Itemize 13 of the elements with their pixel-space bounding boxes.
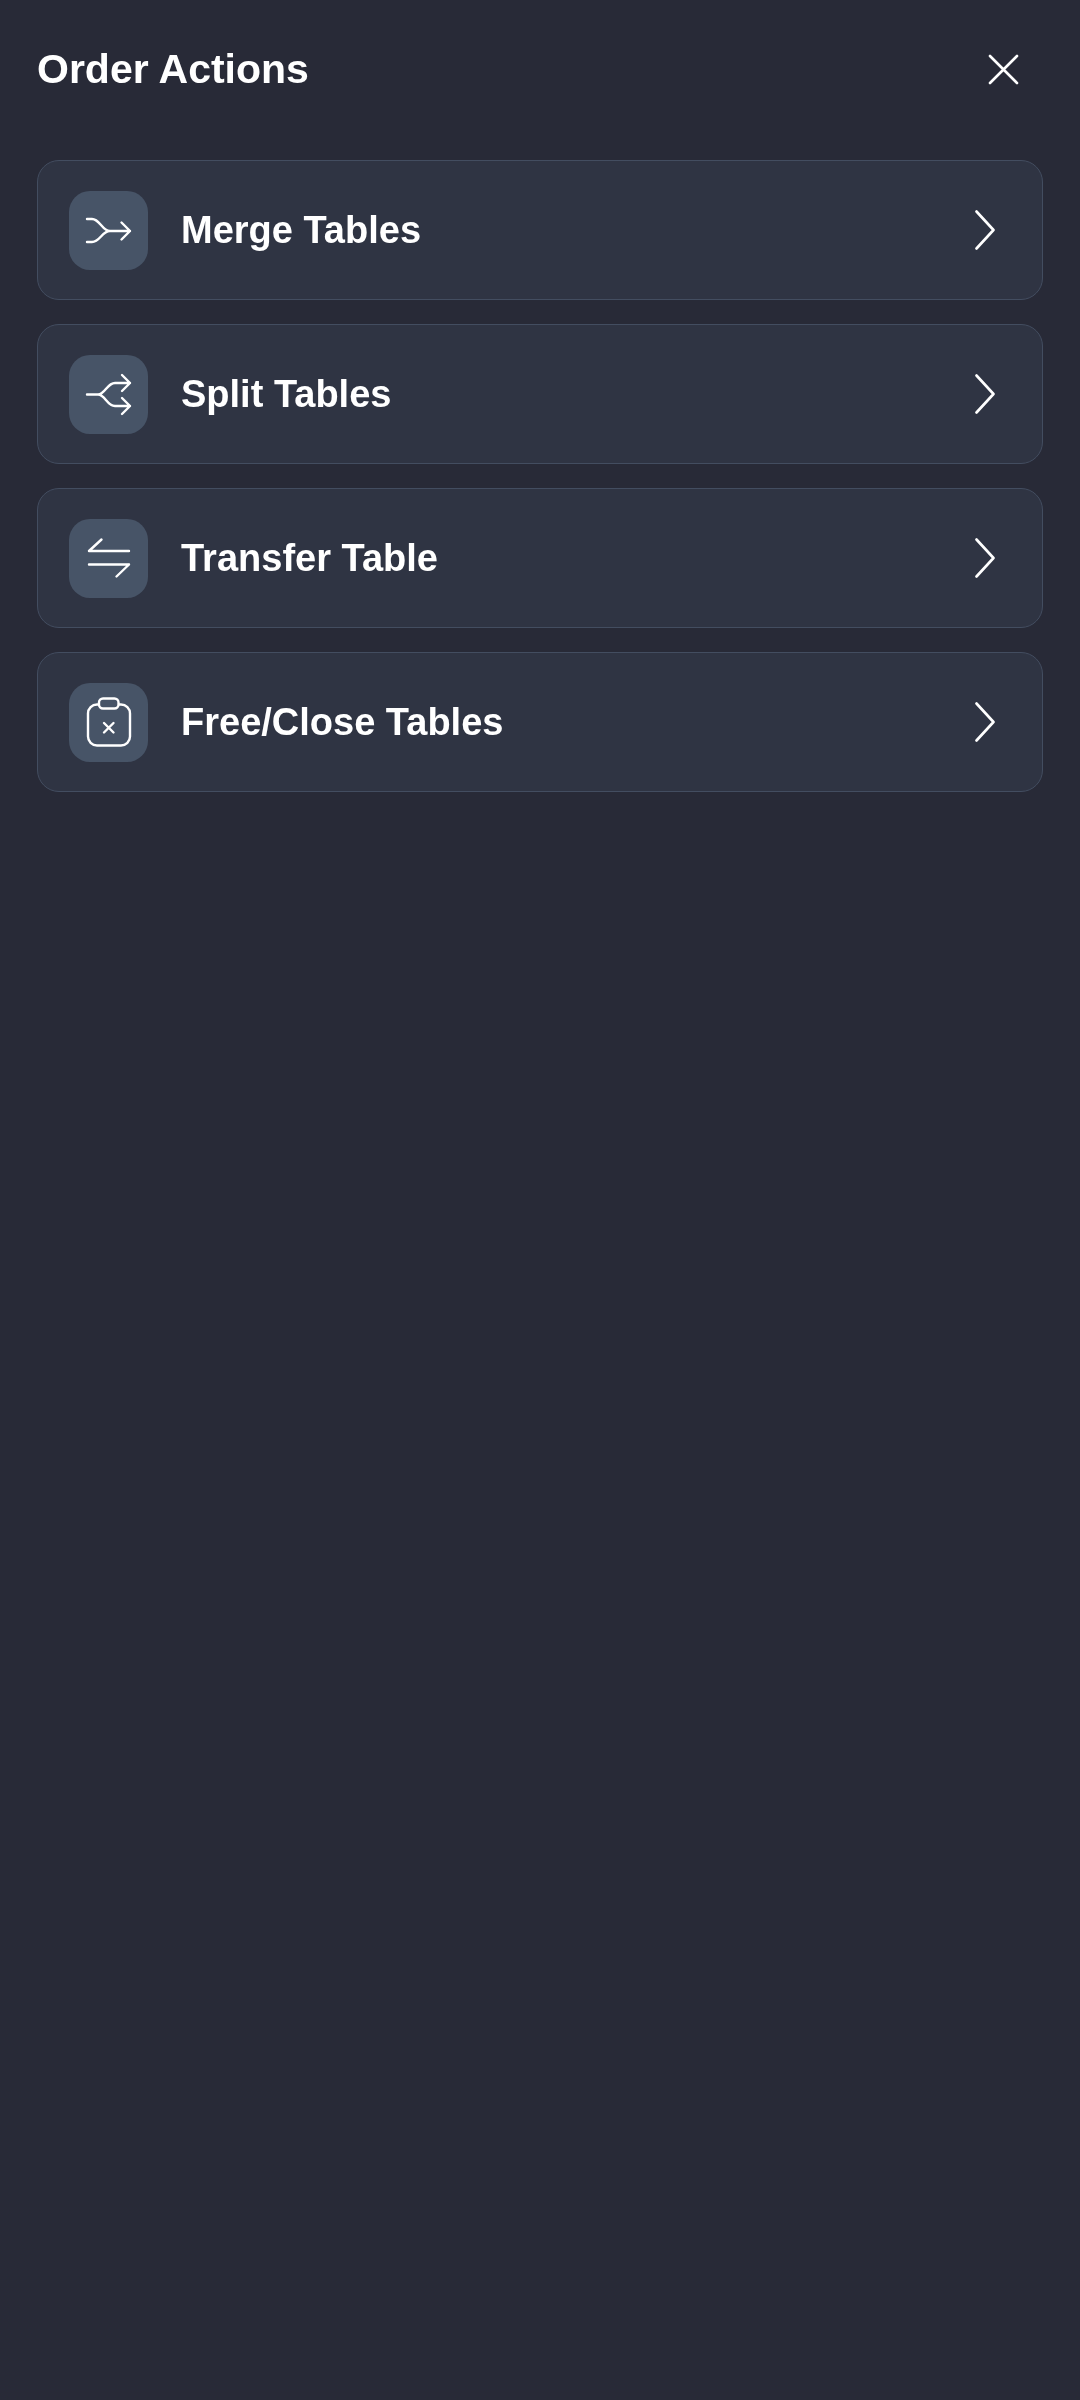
chevron-right-icon <box>975 702 995 742</box>
action-list-item[interactable]: Free/Close Tables <box>37 652 1043 792</box>
action-list-item[interactable]: Transfer Table <box>37 488 1043 628</box>
close-icon <box>988 53 1019 85</box>
chevron-right-icon <box>975 538 995 578</box>
chevron-right-icon <box>975 374 995 414</box>
window-title: Order Actions <box>37 45 309 94</box>
close-button[interactable] <box>988 53 1019 85</box>
transfer-arrows-icon <box>69 518 148 598</box>
action-list-item[interactable]: Split Tables <box>37 324 1043 464</box>
clipboard-x-icon <box>69 682 148 762</box>
action-list-item[interactable]: Merge Tables <box>37 160 1043 300</box>
chevron-right-icon <box>975 210 995 250</box>
